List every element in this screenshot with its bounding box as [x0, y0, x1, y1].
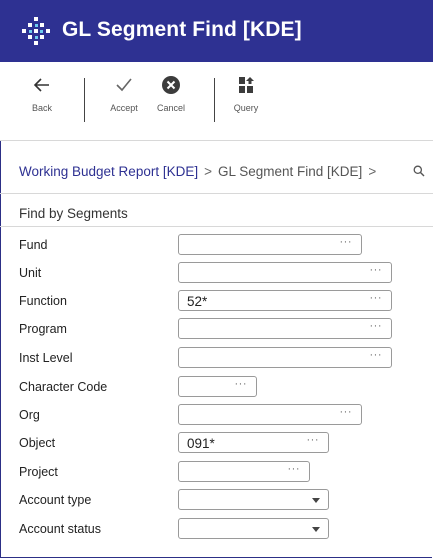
- inst-level-label: Inst Level: [19, 351, 73, 365]
- toolbar-bottom-border: [0, 140, 433, 141]
- character-code-label: Character Code: [19, 380, 108, 394]
- org-lookup-icon[interactable]: ···: [340, 406, 353, 418]
- org-label: Org: [19, 408, 40, 422]
- function-lookup-icon[interactable]: ···: [370, 292, 383, 304]
- function-value: 52*: [187, 294, 208, 309]
- account-type-label: Account type: [19, 493, 92, 507]
- character-code-lookup-icon[interactable]: ···: [235, 378, 248, 390]
- org-field[interactable]: ···: [178, 404, 362, 425]
- breadcrumb-bottom-border: [0, 193, 433, 194]
- cancel-x-icon: [162, 76, 180, 94]
- breadcrumb-link-working-budget-report[interactable]: Working Budget Report [KDE]: [19, 164, 198, 179]
- fund-label: Fund: [19, 238, 48, 252]
- inst-level-field[interactable]: ···: [178, 347, 392, 368]
- app-logo-icon: [22, 17, 50, 45]
- window-title: GL Segment Find [KDE]: [62, 18, 302, 41]
- account-status-label: Account status: [19, 522, 101, 536]
- accept-label: Accept: [110, 103, 138, 113]
- unit-label: Unit: [19, 266, 42, 280]
- query-button[interactable]: Query: [221, 75, 271, 131]
- section-title: Find by Segments: [19, 206, 128, 221]
- object-value: 091*: [187, 436, 215, 451]
- section-divider: [0, 226, 433, 227]
- project-field[interactable]: ···: [178, 461, 310, 482]
- function-label: Function: [19, 294, 67, 308]
- query-label: Query: [233, 103, 259, 113]
- cancel-label: Cancel: [156, 103, 185, 113]
- object-label: Object: [19, 436, 56, 450]
- checkmark-icon: [116, 78, 132, 92]
- back-button[interactable]: Back: [17, 75, 67, 131]
- cancel-button[interactable]: Cancel: [146, 75, 196, 131]
- breadcrumb-current: GL Segment Find [KDE]: [217, 164, 363, 179]
- project-lookup-icon[interactable]: ···: [288, 463, 301, 475]
- object-lookup-icon[interactable]: ···: [307, 434, 320, 446]
- inst-level-lookup-icon[interactable]: ···: [370, 349, 383, 361]
- project-label: Project: [19, 465, 58, 479]
- search-icon[interactable]: [413, 165, 425, 177]
- accept-button[interactable]: Accept: [99, 75, 149, 131]
- object-field[interactable]: 091* ···: [178, 432, 329, 453]
- program-lookup-icon[interactable]: ···: [370, 320, 383, 332]
- breadcrumb-separator: >: [204, 164, 212, 179]
- function-field[interactable]: 52* ···: [178, 290, 392, 311]
- title-bar: GL Segment Find [KDE]: [0, 0, 433, 62]
- toolbar: Back Accept Cancel Query: [0, 62, 433, 140]
- chevron-down-icon[interactable]: [312, 527, 320, 532]
- program-field[interactable]: ···: [178, 318, 392, 339]
- account-status-select[interactable]: [178, 518, 329, 539]
- back-label: Back: [31, 103, 52, 113]
- breadcrumb-separator: >: [368, 164, 377, 179]
- back-arrow-icon: [33, 78, 49, 92]
- toolbar-divider: [84, 78, 85, 122]
- breadcrumb: Working Budget Report [KDE] > GL Segment F…: [19, 164, 382, 179]
- unit-lookup-icon[interactable]: ···: [370, 264, 383, 276]
- query-icon: [239, 77, 254, 93]
- chevron-down-icon[interactable]: [312, 498, 320, 503]
- account-type-select[interactable]: [178, 489, 329, 510]
- fund-field[interactable]: ···: [178, 234, 362, 255]
- unit-field[interactable]: ···: [178, 262, 392, 283]
- character-code-field[interactable]: ···: [178, 376, 257, 397]
- fund-lookup-icon[interactable]: ···: [340, 236, 353, 248]
- toolbar-divider: [214, 78, 215, 122]
- program-label: Program: [19, 322, 67, 336]
